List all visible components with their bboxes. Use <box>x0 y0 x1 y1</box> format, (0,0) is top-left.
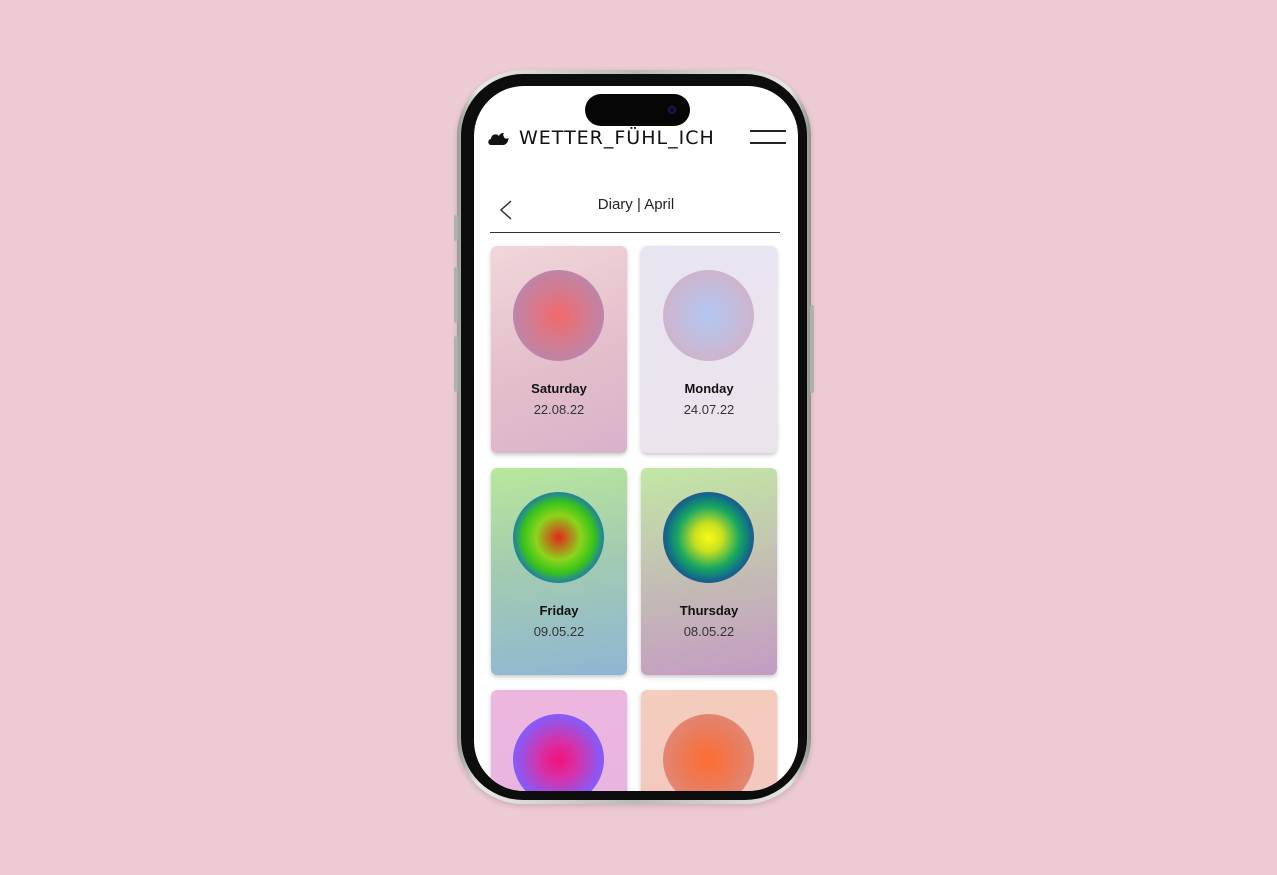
title-divider <box>490 232 780 233</box>
card-day: Monday <box>684 381 734 396</box>
card-date: 08.05.22 <box>683 624 735 639</box>
phone-frame: WETTER_FÜHL_ICH Diary | April Saturday 2… <box>454 70 814 804</box>
volume-down-button <box>454 336 458 392</box>
card-date: 24.07.22 <box>683 402 735 417</box>
app-title: WETTER_FÜHL_ICH <box>519 127 715 149</box>
mute-switch <box>454 215 458 241</box>
hamburger-menu-icon[interactable] <box>750 130 788 146</box>
diary-title: Diary | April <box>597 196 675 213</box>
diary-card[interactable] <box>641 690 777 791</box>
volume-up-button <box>454 267 458 323</box>
menu-line <box>750 142 786 144</box>
diary-card[interactable] <box>491 690 627 791</box>
cloud-moon-icon <box>488 132 509 145</box>
card-date: 09.05.22 <box>533 624 585 639</box>
menu-line <box>750 130 786 132</box>
mood-orb <box>663 492 754 583</box>
page-background: WETTER_FÜHL_ICH Diary | April Saturday 2… <box>0 0 1277 875</box>
diary-card-monday[interactable]: Monday 24.07.22 <box>641 246 777 453</box>
card-day: Saturday <box>531 381 587 396</box>
dynamic-island <box>585 94 690 126</box>
app-screen: WETTER_FÜHL_ICH Diary | April Saturday 2… <box>474 86 798 791</box>
card-day: Thursday <box>679 603 739 618</box>
diary-card-friday[interactable]: Friday 09.05.22 <box>491 468 627 675</box>
mood-orb <box>513 270 604 361</box>
diary-card-saturday[interactable]: Saturday 22.08.22 <box>491 246 627 453</box>
phone-bezel: WETTER_FÜHL_ICH Diary | April Saturday 2… <box>461 74 807 800</box>
mood-orb <box>663 270 754 361</box>
camera-icon <box>668 106 676 114</box>
mood-orb <box>513 714 604 791</box>
card-day: Friday <box>539 603 579 618</box>
app-header: WETTER_FÜHL_ICH <box>474 124 798 154</box>
mood-orb <box>663 714 754 791</box>
mood-orb <box>513 492 604 583</box>
card-date: 22.08.22 <box>533 402 585 417</box>
power-button <box>810 305 814 393</box>
diary-card-thursday[interactable]: Thursday 08.05.22 <box>641 468 777 675</box>
